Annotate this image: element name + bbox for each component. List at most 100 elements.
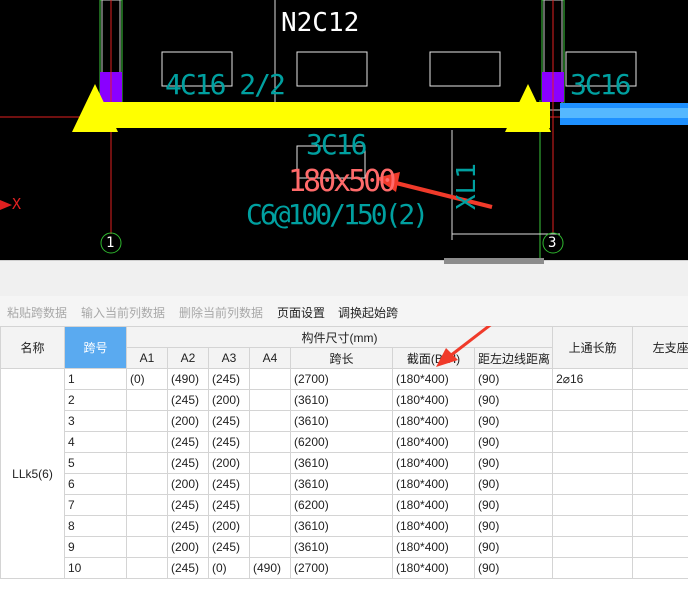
cell-a3[interactable]: (200): [208, 515, 250, 537]
cell-bar[interactable]: [552, 536, 634, 558]
cell-a2[interactable]: (245): [167, 431, 209, 453]
table-row[interactable]: 6 (200) (245) (3610) (180*400) (90): [1, 473, 688, 495]
cell-left-seat[interactable]: [632, 452, 688, 474]
cell-sec[interactable]: (180*400): [392, 536, 475, 558]
cell-a3[interactable]: (245): [208, 536, 250, 558]
member-name-cell[interactable]: LLk5(6): [0, 368, 65, 579]
cell-sec[interactable]: (180*400): [392, 494, 475, 516]
cell-len[interactable]: (6200): [290, 431, 393, 453]
cell-a2[interactable]: (245): [167, 452, 209, 474]
cell-sec[interactable]: (180*400): [392, 410, 475, 432]
cell-left-seat[interactable]: [632, 536, 688, 558]
table-row[interactable]: 7 (245) (245) (6200) (180*400) (90): [1, 494, 688, 516]
cell-left-seat[interactable]: [632, 515, 688, 537]
cell-bar[interactable]: [552, 494, 634, 516]
cell-len[interactable]: (3610): [290, 473, 393, 495]
cell-dist[interactable]: (90): [473, 473, 554, 495]
cell-sec[interactable]: (180*400): [392, 389, 475, 411]
cell-len[interactable]: (3610): [290, 389, 393, 411]
cell-a1[interactable]: [126, 557, 168, 579]
cell-no[interactable]: 5: [64, 452, 127, 474]
cell-no[interactable]: 6: [64, 473, 127, 495]
cell-len[interactable]: (2700): [290, 368, 393, 390]
cell-a4[interactable]: [249, 536, 291, 558]
cell-a1[interactable]: [126, 515, 168, 537]
cell-a4[interactable]: [249, 494, 291, 516]
cell-a2[interactable]: (245): [167, 389, 209, 411]
cell-sec[interactable]: (180*400): [392, 473, 475, 495]
cell-a2[interactable]: (245): [167, 494, 209, 516]
cell-dist[interactable]: (90): [473, 494, 554, 516]
cell-a1[interactable]: [126, 389, 168, 411]
cell-dist[interactable]: (90): [473, 368, 554, 390]
cell-bar[interactable]: [552, 431, 634, 453]
cell-bar[interactable]: 2⌀16: [552, 368, 634, 390]
cell-a2[interactable]: (200): [167, 473, 209, 495]
cell-left-seat[interactable]: [632, 557, 688, 579]
cell-bar[interactable]: [552, 410, 634, 432]
splitter-grip[interactable]: [444, 258, 544, 264]
cell-sec[interactable]: (180*400): [392, 557, 475, 579]
cell-a1[interactable]: [126, 452, 168, 474]
cell-dist[interactable]: (90): [473, 515, 554, 537]
cell-bar[interactable]: [552, 389, 634, 411]
cell-dist[interactable]: (90): [473, 431, 554, 453]
page-setup-button[interactable]: 页面设置: [277, 304, 325, 321]
swap-start-span-button[interactable]: 调换起始跨: [338, 304, 398, 321]
col-header-a2[interactable]: A2: [167, 347, 209, 369]
cell-bar[interactable]: [552, 473, 634, 495]
cell-a2[interactable]: (200): [167, 536, 209, 558]
cell-no[interactable]: 10: [64, 557, 127, 579]
cell-a3[interactable]: (245): [208, 473, 250, 495]
col-header-edge-distance[interactable]: 距左边线距离: [473, 347, 554, 369]
cell-a3[interactable]: (245): [208, 368, 250, 390]
table-row[interactable]: 9 (200) (245) (3610) (180*400) (90): [1, 536, 688, 558]
cell-a2[interactable]: (245): [167, 515, 209, 537]
cell-a1[interactable]: [126, 494, 168, 516]
cell-dist[interactable]: (90): [473, 389, 554, 411]
cell-no[interactable]: 2: [64, 389, 127, 411]
col-header-a1[interactable]: A1: [126, 347, 168, 369]
cell-len[interactable]: (3610): [290, 452, 393, 474]
table-row[interactable]: 10 (245) (0) (490) (2700) (180*400) (90): [1, 557, 688, 579]
cell-a1[interactable]: [126, 536, 168, 558]
cell-a4[interactable]: (490): [249, 557, 291, 579]
cell-bar[interactable]: [552, 557, 634, 579]
cell-a4[interactable]: [249, 473, 291, 495]
delete-column-data-button[interactable]: 删除当前列数据: [179, 304, 263, 321]
table-row[interactable]: 5 (245) (200) (3610) (180*400) (90): [1, 452, 688, 474]
cell-a1[interactable]: [126, 410, 168, 432]
cell-a3[interactable]: (245): [208, 410, 250, 432]
cell-left-seat[interactable]: [632, 473, 688, 495]
paste-span-data-button[interactable]: 粘贴跨数据: [7, 304, 67, 321]
cell-a2[interactable]: (490): [167, 368, 209, 390]
cell-len[interactable]: (3610): [290, 536, 393, 558]
cell-a4[interactable]: [249, 452, 291, 474]
cell-left-seat[interactable]: [632, 494, 688, 516]
col-header-span-length[interactable]: 跨长: [290, 347, 393, 369]
cell-len[interactable]: (3610): [290, 515, 393, 537]
cell-a4[interactable]: [249, 410, 291, 432]
cell-a4[interactable]: [249, 431, 291, 453]
cell-a1[interactable]: [126, 431, 168, 453]
table-row[interactable]: 3 (200) (245) (3610) (180*400) (90): [1, 410, 688, 432]
cell-a1[interactable]: (0): [126, 368, 168, 390]
cell-dist[interactable]: (90): [473, 557, 554, 579]
cell-no[interactable]: 4: [64, 431, 127, 453]
col-header-span-no[interactable]: 跨号: [64, 326, 127, 369]
cell-a3[interactable]: (200): [208, 452, 250, 474]
span-data-grid[interactable]: 名称 跨号 构件尺寸(mm) 上通长筋 左支座钢 A1 A2 A3 A4 跨长 …: [0, 326, 688, 607]
cell-a4[interactable]: [249, 389, 291, 411]
cell-no[interactable]: 7: [64, 494, 127, 516]
cell-sec[interactable]: (180*400): [392, 515, 475, 537]
col-header-top-bar[interactable]: 上通长筋: [552, 326, 634, 369]
cell-a3[interactable]: (245): [208, 431, 250, 453]
col-header-name[interactable]: 名称: [0, 326, 65, 369]
cell-a3[interactable]: (245): [208, 494, 250, 516]
cell-left-seat[interactable]: [632, 389, 688, 411]
cell-sec[interactable]: (180*400): [392, 452, 475, 474]
col-header-a3[interactable]: A3: [208, 347, 250, 369]
col-header-section[interactable]: 截面(B*H): [392, 347, 475, 369]
panel-splitter[interactable]: [0, 258, 688, 297]
cell-a4[interactable]: [249, 368, 291, 390]
